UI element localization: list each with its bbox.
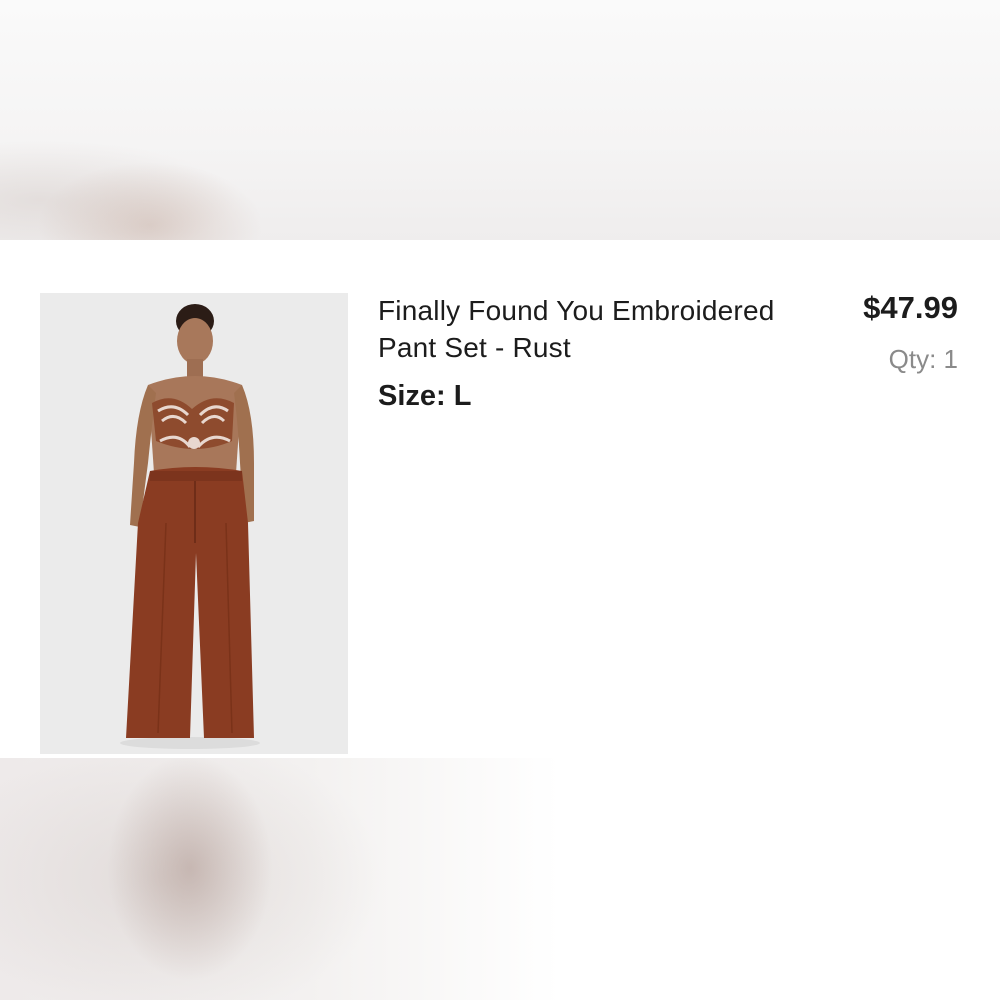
size-label: Size:	[378, 380, 446, 412]
order-item-card[interactable]: Finally Found You Embroidered Pant Set -…	[0, 240, 1000, 758]
item-price: $47.99	[863, 290, 958, 325]
size-value: L	[453, 380, 472, 412]
product-image[interactable]	[40, 293, 348, 754]
blurred-product-shadow	[0, 758, 560, 1000]
size-row: Size: L	[378, 380, 471, 413]
order-item-screenshot: Finally Found You Embroidered Pant Set -…	[0, 0, 1000, 1000]
blurred-backdrop-top	[0, 0, 1000, 240]
model-figure-graphic	[40, 293, 348, 754]
blurred-backdrop-bottom	[0, 758, 1000, 1000]
product-title[interactable]: Finally Found You Embroidered Pant Set -…	[378, 292, 818, 366]
item-quantity: Qty: 1	[888, 344, 958, 374]
